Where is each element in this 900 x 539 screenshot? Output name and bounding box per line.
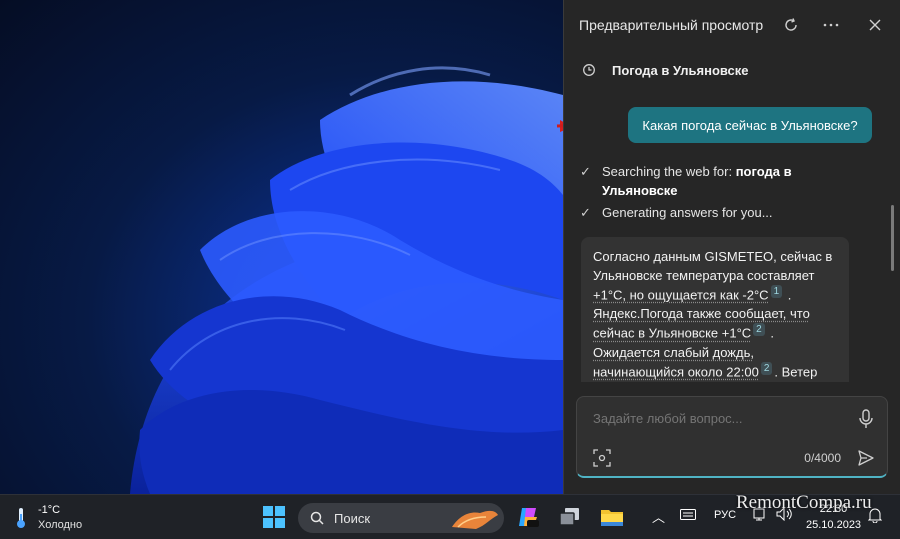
search-step-text: Searching the web for: погода в Ульяновс… — [602, 162, 822, 200]
task-view-button[interactable] — [556, 503, 584, 531]
keyboard-icon[interactable] — [680, 509, 696, 523]
user-message-bubble: Какая погода сейчас в Ульяновске? — [628, 107, 872, 143]
more-icon — [823, 23, 839, 27]
refresh-button[interactable] — [778, 12, 804, 38]
generating-step-text: Generating answers for you... — [602, 203, 773, 222]
windows-logo-icon — [263, 506, 285, 528]
weather-widget[interactable]: -1°C Холодно — [14, 503, 82, 533]
citation-badge[interactable]: 2 — [753, 323, 765, 336]
desktop-wallpaper — [0, 0, 563, 494]
check-icon: ✓ — [580, 162, 594, 200]
close-button[interactable] — [862, 12, 888, 38]
search-label: Поиск — [334, 511, 370, 526]
tray-overflow-chevron-icon[interactable]: ︿ — [652, 507, 665, 526]
bloom-wallpaper-art — [0, 0, 563, 494]
panel-header: Предварительный просмотр — [564, 0, 900, 50]
microphone-icon[interactable] — [857, 409, 875, 429]
chat-input-box: 0/4000 — [576, 396, 888, 478]
weather-description: Холодно — [38, 518, 82, 533]
thermometer-icon — [14, 506, 28, 530]
scrollbar-thumb[interactable] — [891, 205, 894, 271]
conversation-header[interactable]: Погода в Ульяновске — [582, 58, 749, 82]
copilot-icon — [516, 505, 540, 529]
character-counter: 0/4000 — [804, 451, 841, 465]
answer-line: +1°C, но ощущается как -2°C 1 . — [593, 285, 837, 304]
panel-title: Предварительный просмотр — [579, 17, 763, 33]
clock-date: 25.10.2023 — [806, 517, 861, 533]
close-icon — [869, 19, 881, 31]
copilot-panel: Предварительный просмотр Погода в Ульяно… — [563, 0, 900, 494]
search-step: ✓ Searching the web for: погода в Ульяно… — [580, 162, 822, 200]
chat-input[interactable] — [593, 411, 833, 426]
task-view-icon — [559, 507, 581, 527]
citation-badge[interactable]: 2 — [761, 362, 773, 375]
answer-line: Согласно данным GISMETEO, сейчас в — [593, 247, 837, 266]
history-icon — [582, 63, 596, 77]
assistant-answer: Согласно данным GISMETEO, сейчас в Ульян… — [581, 237, 849, 382]
check-icon: ✓ — [580, 203, 594, 222]
weather-temperature: -1°C — [38, 503, 82, 518]
image-search-icon[interactable] — [593, 449, 611, 467]
refresh-icon — [783, 17, 799, 33]
language-indicator[interactable]: РУС — [714, 509, 736, 521]
folder-icon — [600, 507, 624, 527]
taskbar-search[interactable]: Поиск — [298, 503, 504, 533]
answer-line: Яндекс.Погода также сообщает, что — [593, 304, 837, 323]
conversation-title: Погода в Ульяновске — [612, 63, 749, 78]
start-button[interactable] — [260, 503, 288, 531]
file-explorer-button[interactable] — [598, 503, 626, 531]
search-icon — [310, 511, 324, 525]
more-options-button[interactable] — [818, 12, 844, 38]
answer-line: Ульяновске температура составляет — [593, 266, 837, 285]
watermark-text: RemontCompa.ru — [736, 492, 872, 514]
citation-badge[interactable]: 1 — [771, 285, 783, 298]
answer-line: Ожидается слабый дождь, — [593, 343, 837, 362]
generating-step: ✓ Generating answers for you... — [580, 203, 773, 222]
send-icon[interactable] — [857, 449, 875, 467]
answer-line: сейчас в Ульяновске +1°C 2 . — [593, 323, 837, 342]
copilot-taskbar-button[interactable] — [514, 503, 542, 531]
answer-line: начинающийся около 22:00 2. Ветер — [593, 362, 837, 381]
search-highlight-illustration-icon — [450, 505, 500, 531]
